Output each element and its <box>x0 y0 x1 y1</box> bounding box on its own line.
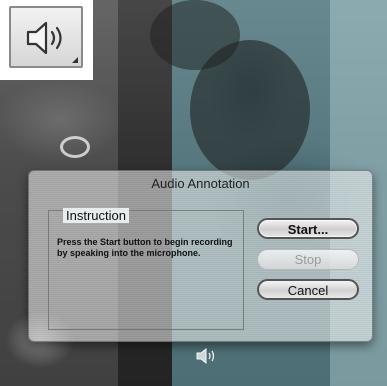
corner-triangle-icon <box>72 57 78 63</box>
instruction-group-box <box>48 210 244 330</box>
speaker-icon <box>26 21 62 55</box>
screen: Audio Annotation Instruction Press the S… <box>0 0 387 386</box>
speaker-icon-button[interactable] <box>9 6 83 68</box>
start-button[interactable]: Start... <box>257 218 359 239</box>
cancel-button[interactable]: Cancel <box>257 279 359 300</box>
audio-annotation-dialog: Audio Annotation Instruction Press the S… <box>28 170 373 342</box>
speaker-icon-tile <box>0 0 93 80</box>
background-ring <box>60 136 90 158</box>
instruction-text: Press the Start button to begin recordin… <box>57 237 233 258</box>
dialog-title: Audio Annotation <box>151 176 250 191</box>
speaker-icon <box>196 348 215 364</box>
stop-button[interactable]: Stop <box>257 249 359 270</box>
background-figure <box>150 0 240 70</box>
instruction-group-label: Instruction <box>63 208 129 223</box>
